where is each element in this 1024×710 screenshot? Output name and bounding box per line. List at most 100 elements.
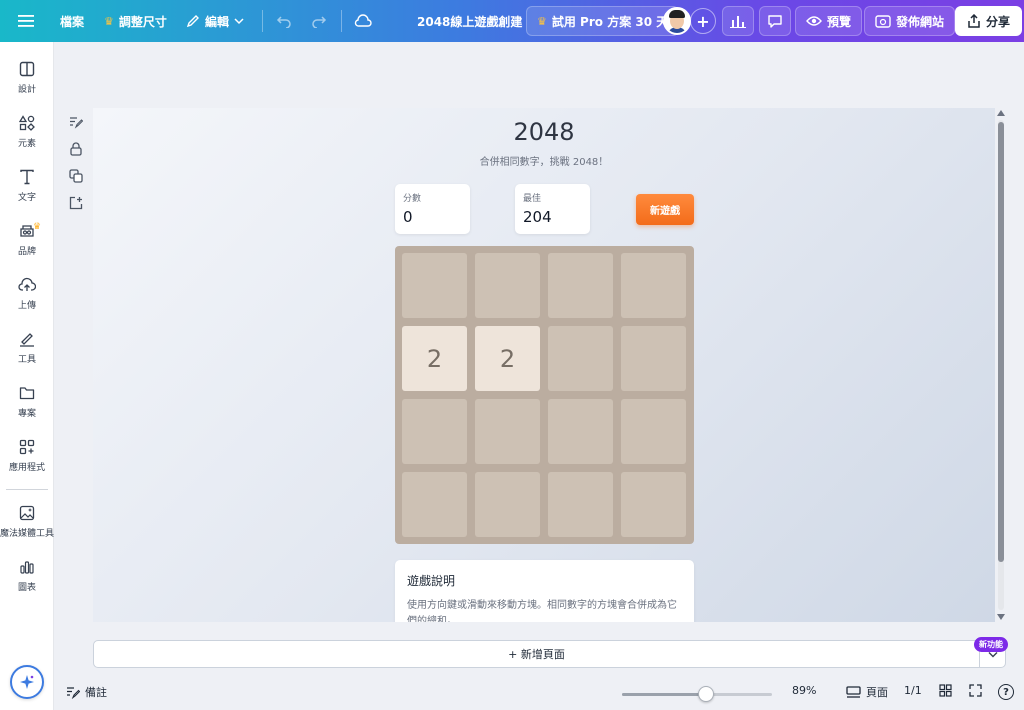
zoom-value: 89% bbox=[792, 684, 817, 697]
notes-icon bbox=[70, 116, 83, 129]
page-counter: 1/1 bbox=[904, 684, 922, 697]
game-tile bbox=[475, 253, 540, 318]
game-tile bbox=[402, 399, 467, 464]
game-tile bbox=[402, 253, 467, 318]
menu-button[interactable] bbox=[18, 6, 34, 36]
best-label: 最佳 bbox=[523, 194, 542, 204]
game-tile bbox=[402, 472, 467, 537]
sidebar-item-charts[interactable]: 圖表 bbox=[0, 558, 54, 593]
notes-button[interactable]: 備註 bbox=[66, 684, 107, 700]
add-page-tool-button[interactable] bbox=[66, 189, 86, 216]
lock-button[interactable] bbox=[66, 135, 86, 162]
zoom-slider[interactable] bbox=[622, 693, 772, 696]
draw-icon bbox=[18, 330, 36, 348]
website-icon bbox=[875, 14, 891, 28]
file-menu-label: 檔案 bbox=[60, 14, 85, 29]
scroll-down-icon[interactable] bbox=[997, 614, 1005, 620]
sidebar-item-label: 魔法媒體工具 bbox=[0, 529, 55, 539]
game-tile bbox=[548, 472, 613, 537]
layout-icon bbox=[18, 60, 36, 78]
bar-chart-icon bbox=[730, 16, 746, 28]
document-title[interactable]: 2048線上遊戲創建 bbox=[417, 6, 522, 36]
new-game-button[interactable]: 新遊戲 bbox=[636, 194, 694, 225]
help-icon: ? bbox=[998, 684, 1014, 700]
sidebar-item-label: 文字 bbox=[17, 193, 36, 203]
notes-label: 備註 bbox=[85, 686, 107, 699]
page-count: 1/1 bbox=[904, 684, 922, 697]
user-avatar[interactable] bbox=[663, 6, 691, 36]
document-title-text: 2048線上遊戲創建 bbox=[417, 14, 523, 29]
sidebar-item-label: 應用程式 bbox=[8, 463, 45, 473]
sidebar-item-design[interactable]: 設計 bbox=[0, 60, 54, 95]
sidebar-item-label: 上傳 bbox=[17, 301, 36, 311]
crown-icon: ♛ bbox=[33, 222, 42, 232]
sidebar-item-tools[interactable]: 工具 bbox=[0, 330, 54, 365]
share-icon bbox=[968, 14, 980, 28]
plus-icon: + bbox=[690, 8, 716, 34]
game-tile bbox=[621, 472, 686, 537]
avatar bbox=[663, 7, 691, 35]
share-button[interactable]: 分享 bbox=[955, 6, 1023, 36]
game-tile: 2 bbox=[402, 326, 467, 391]
share-label: 分享 bbox=[986, 14, 1011, 29]
duplicate-button[interactable] bbox=[66, 162, 86, 189]
add-collaborator-button[interactable]: + bbox=[690, 6, 716, 36]
magic-image-icon bbox=[18, 504, 36, 522]
sidebar-item-projects[interactable]: 專案 bbox=[0, 384, 54, 419]
file-menu[interactable]: 檔案 bbox=[60, 6, 84, 36]
sidebar-item-label: 品牌 bbox=[17, 247, 36, 257]
best-score-card: 最佳 204 bbox=[515, 184, 590, 234]
game-tile bbox=[548, 326, 613, 391]
notes-tool-button[interactable] bbox=[66, 108, 86, 135]
folder-icon bbox=[18, 384, 36, 402]
try-pro-label: 試用 Pro 方案 30 天 bbox=[551, 14, 669, 29]
grid-view-icon bbox=[939, 684, 952, 697]
undo-icon bbox=[276, 16, 291, 28]
scroll-up-icon[interactable] bbox=[997, 110, 1005, 116]
sidebar-item-brand[interactable]: ♛ 品牌 bbox=[0, 222, 54, 257]
grid-view-button[interactable] bbox=[939, 684, 952, 697]
preview-button[interactable]: 預覽 bbox=[795, 6, 863, 36]
tile-grid: 22 bbox=[402, 253, 687, 537]
sidebar-item-magic-media[interactable]: 魔法媒體工具 bbox=[0, 504, 54, 539]
add-page-label: + 新增頁面 bbox=[508, 648, 565, 661]
score-label: 分數 bbox=[403, 194, 422, 204]
game-tile: 2 bbox=[475, 326, 540, 391]
publish-website-button[interactable]: 發佈網站 bbox=[864, 6, 956, 36]
game-board[interactable]: 22 bbox=[395, 246, 694, 544]
sidebar-item-text[interactable]: 文字 bbox=[0, 168, 54, 203]
resize-button[interactable]: ♛ 調整尺寸 bbox=[104, 6, 167, 36]
apps-icon bbox=[18, 438, 36, 456]
divider bbox=[262, 10, 263, 32]
zoom-slider-handle[interactable] bbox=[698, 686, 714, 702]
undo-button[interactable] bbox=[276, 6, 292, 36]
cloud-upload-icon bbox=[18, 276, 36, 294]
sidebar-item-label: 專案 bbox=[17, 409, 36, 419]
redo-button[interactable] bbox=[311, 6, 327, 36]
design-canvas[interactable]: 2048 合併相同數字，挑戰 2048！ 分數 0 最佳 204 新遊戲 22 … bbox=[93, 108, 995, 622]
sidebar-item-elements[interactable]: 元素 bbox=[0, 114, 54, 149]
fullscreen-button[interactable] bbox=[969, 684, 982, 697]
publish-label: 發佈網站 bbox=[896, 14, 945, 29]
magic-assistant-button[interactable] bbox=[10, 665, 44, 699]
instructions-card: 遊戲說明 使用方向鍵或滑動來移動方塊。相同數字的方塊會合併成為它們的總和。 bbox=[395, 560, 694, 622]
scroll-thumb[interactable] bbox=[998, 122, 1004, 562]
cloud-save-button[interactable] bbox=[354, 6, 372, 36]
game-tile bbox=[548, 253, 613, 318]
add-page-button[interactable]: + 新增頁面 bbox=[93, 640, 980, 668]
comments-button[interactable] bbox=[759, 6, 791, 36]
help-button[interactable]: ? bbox=[998, 684, 1014, 700]
zoom-level[interactable]: 89% bbox=[792, 684, 816, 697]
game-tile bbox=[621, 253, 686, 318]
sidebar-item-apps[interactable]: 應用程式 bbox=[0, 438, 54, 473]
fullscreen-icon bbox=[969, 684, 982, 697]
pencil-icon bbox=[186, 15, 199, 28]
sidebar-item-uploads[interactable]: 上傳 bbox=[0, 276, 54, 311]
crown-icon: ♛ bbox=[104, 14, 114, 28]
sidebar-item-label: 設計 bbox=[17, 85, 36, 95]
edit-menu[interactable]: 編輯 bbox=[186, 6, 244, 36]
analytics-button[interactable] bbox=[722, 6, 754, 36]
pages-button[interactable]: 頁面 bbox=[846, 684, 888, 700]
try-pro-button[interactable]: ♛ 試用 Pro 方案 30 天 bbox=[526, 6, 680, 36]
canvas-scrollbar[interactable] bbox=[996, 108, 1006, 622]
